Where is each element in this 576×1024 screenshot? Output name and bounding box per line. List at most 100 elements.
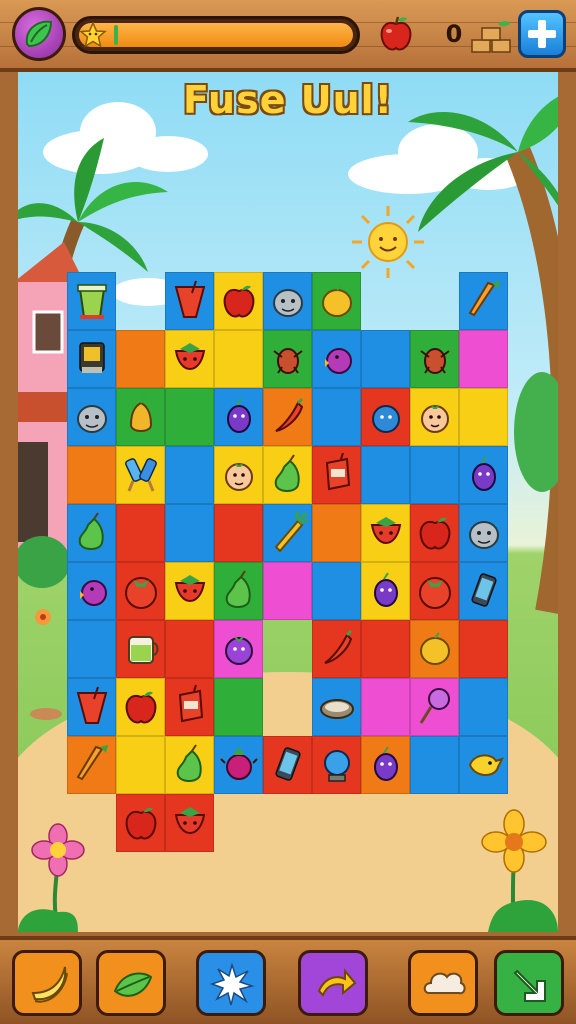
bush-decoration [18, 536, 70, 588]
board-tile[interactable] [312, 504, 361, 562]
board-tile[interactable] [361, 562, 410, 620]
board-tile[interactable] [67, 562, 116, 620]
board-tile[interactable] [263, 504, 312, 562]
smoothie-cup-icon [77, 284, 107, 319]
board-tile[interactable] [165, 272, 214, 330]
swap-powerup-button[interactable] [494, 950, 564, 1016]
board-tile[interactable] [361, 330, 410, 388]
board-tile[interactable] [214, 272, 263, 330]
board-tile[interactable] [410, 504, 459, 562]
board-tile[interactable] [214, 330, 263, 388]
board-tile[interactable] [312, 330, 361, 388]
board-tile[interactable] [67, 388, 116, 446]
board-tile[interactable] [361, 504, 410, 562]
board-tile[interactable] [459, 446, 508, 504]
board-tile[interactable] [263, 736, 312, 794]
board-tile[interactable] [410, 678, 459, 736]
board-tile[interactable] [165, 562, 214, 620]
board-tile[interactable] [263, 562, 312, 620]
board-tile[interactable] [459, 388, 508, 446]
leaf-swirl-icon[interactable] [12, 7, 66, 61]
board-tile[interactable] [165, 446, 214, 504]
board-tile[interactable] [263, 272, 312, 330]
cloud-icon [423, 972, 466, 995]
board-tile[interactable] [67, 504, 116, 562]
arrow-powerup-button[interactable] [298, 950, 368, 1016]
board-tile[interactable] [361, 736, 410, 794]
board-tile[interactable] [361, 388, 410, 446]
board-tile[interactable] [165, 794, 214, 852]
add-coins-button[interactable] [518, 10, 566, 58]
board-tile[interactable] [312, 446, 361, 504]
board-tile[interactable] [459, 330, 508, 388]
ant-critter-icon [273, 348, 303, 374]
board-tile[interactable] [67, 678, 116, 736]
peach-face-icon [421, 405, 449, 433]
board-tile[interactable] [312, 388, 361, 446]
board-tile[interactable] [116, 388, 165, 446]
board-tile[interactable] [165, 504, 214, 562]
board-tile[interactable] [361, 678, 410, 736]
mango-icon [420, 632, 450, 665]
board-tile[interactable] [116, 562, 165, 620]
board-tile[interactable] [116, 446, 165, 504]
board-tile[interactable] [67, 736, 116, 794]
board-tile[interactable] [263, 330, 312, 388]
cloud-powerup-button[interactable] [408, 950, 478, 1016]
board-tile[interactable] [214, 446, 263, 504]
board-tile[interactable] [312, 736, 361, 794]
board-tile[interactable] [116, 736, 165, 794]
board-tile[interactable] [67, 446, 116, 504]
board-tile[interactable] [214, 736, 263, 794]
board-tile[interactable] [165, 678, 214, 736]
board-tile[interactable] [459, 736, 508, 794]
board-tile[interactable] [214, 388, 263, 446]
board-tile[interactable] [312, 562, 361, 620]
board-tile[interactable] [116, 678, 165, 736]
banana-powerup-button[interactable] [12, 950, 82, 1016]
board-tile[interactable] [459, 620, 508, 678]
board-tile[interactable] [214, 620, 263, 678]
board-tile[interactable] [116, 504, 165, 562]
board-tile[interactable] [67, 330, 116, 388]
board-tile[interactable] [263, 388, 312, 446]
game-title: Fuse Uul! [182, 78, 393, 122]
blue-lamp-icon [324, 750, 350, 782]
board-tile[interactable] [214, 504, 263, 562]
board-tile[interactable] [165, 388, 214, 446]
board-tile[interactable] [116, 330, 165, 388]
board-tile[interactable] [263, 446, 312, 504]
board-tile[interactable] [312, 272, 361, 330]
board-tile[interactable] [410, 620, 459, 678]
board-tile[interactable] [116, 794, 165, 852]
board-tile[interactable] [165, 620, 214, 678]
board-tile[interactable] [459, 562, 508, 620]
board-tile[interactable] [214, 562, 263, 620]
board-tile[interactable] [165, 330, 214, 388]
board-tile[interactable] [67, 272, 116, 330]
board-tile[interactable] [459, 272, 508, 330]
board-tile[interactable] [410, 330, 459, 388]
board-tile[interactable] [67, 620, 116, 678]
lollipop-icon [419, 688, 450, 724]
board-tile[interactable] [312, 620, 361, 678]
board-tile[interactable] [410, 736, 459, 794]
yellow-bird-icon [468, 754, 504, 776]
board-tile[interactable] [361, 446, 410, 504]
board-tile[interactable] [410, 388, 459, 446]
board-tile[interactable] [214, 678, 263, 736]
board-tile[interactable] [410, 446, 459, 504]
leaf-powerup-button[interactable] [96, 950, 166, 1016]
grape-critter-icon [227, 398, 251, 433]
board-tile[interactable] [312, 678, 361, 736]
progress-marker [114, 25, 118, 45]
pear-critter-icon [129, 396, 153, 432]
board-tile[interactable] [410, 562, 459, 620]
board-tile[interactable] [165, 736, 214, 794]
board-tile[interactable] [116, 620, 165, 678]
board-tile[interactable] [459, 678, 508, 736]
green-pear-icon [225, 570, 251, 608]
sparkle-powerup-button[interactable] [196, 950, 266, 1016]
board-tile[interactable] [361, 620, 410, 678]
board-tile[interactable] [459, 504, 508, 562]
